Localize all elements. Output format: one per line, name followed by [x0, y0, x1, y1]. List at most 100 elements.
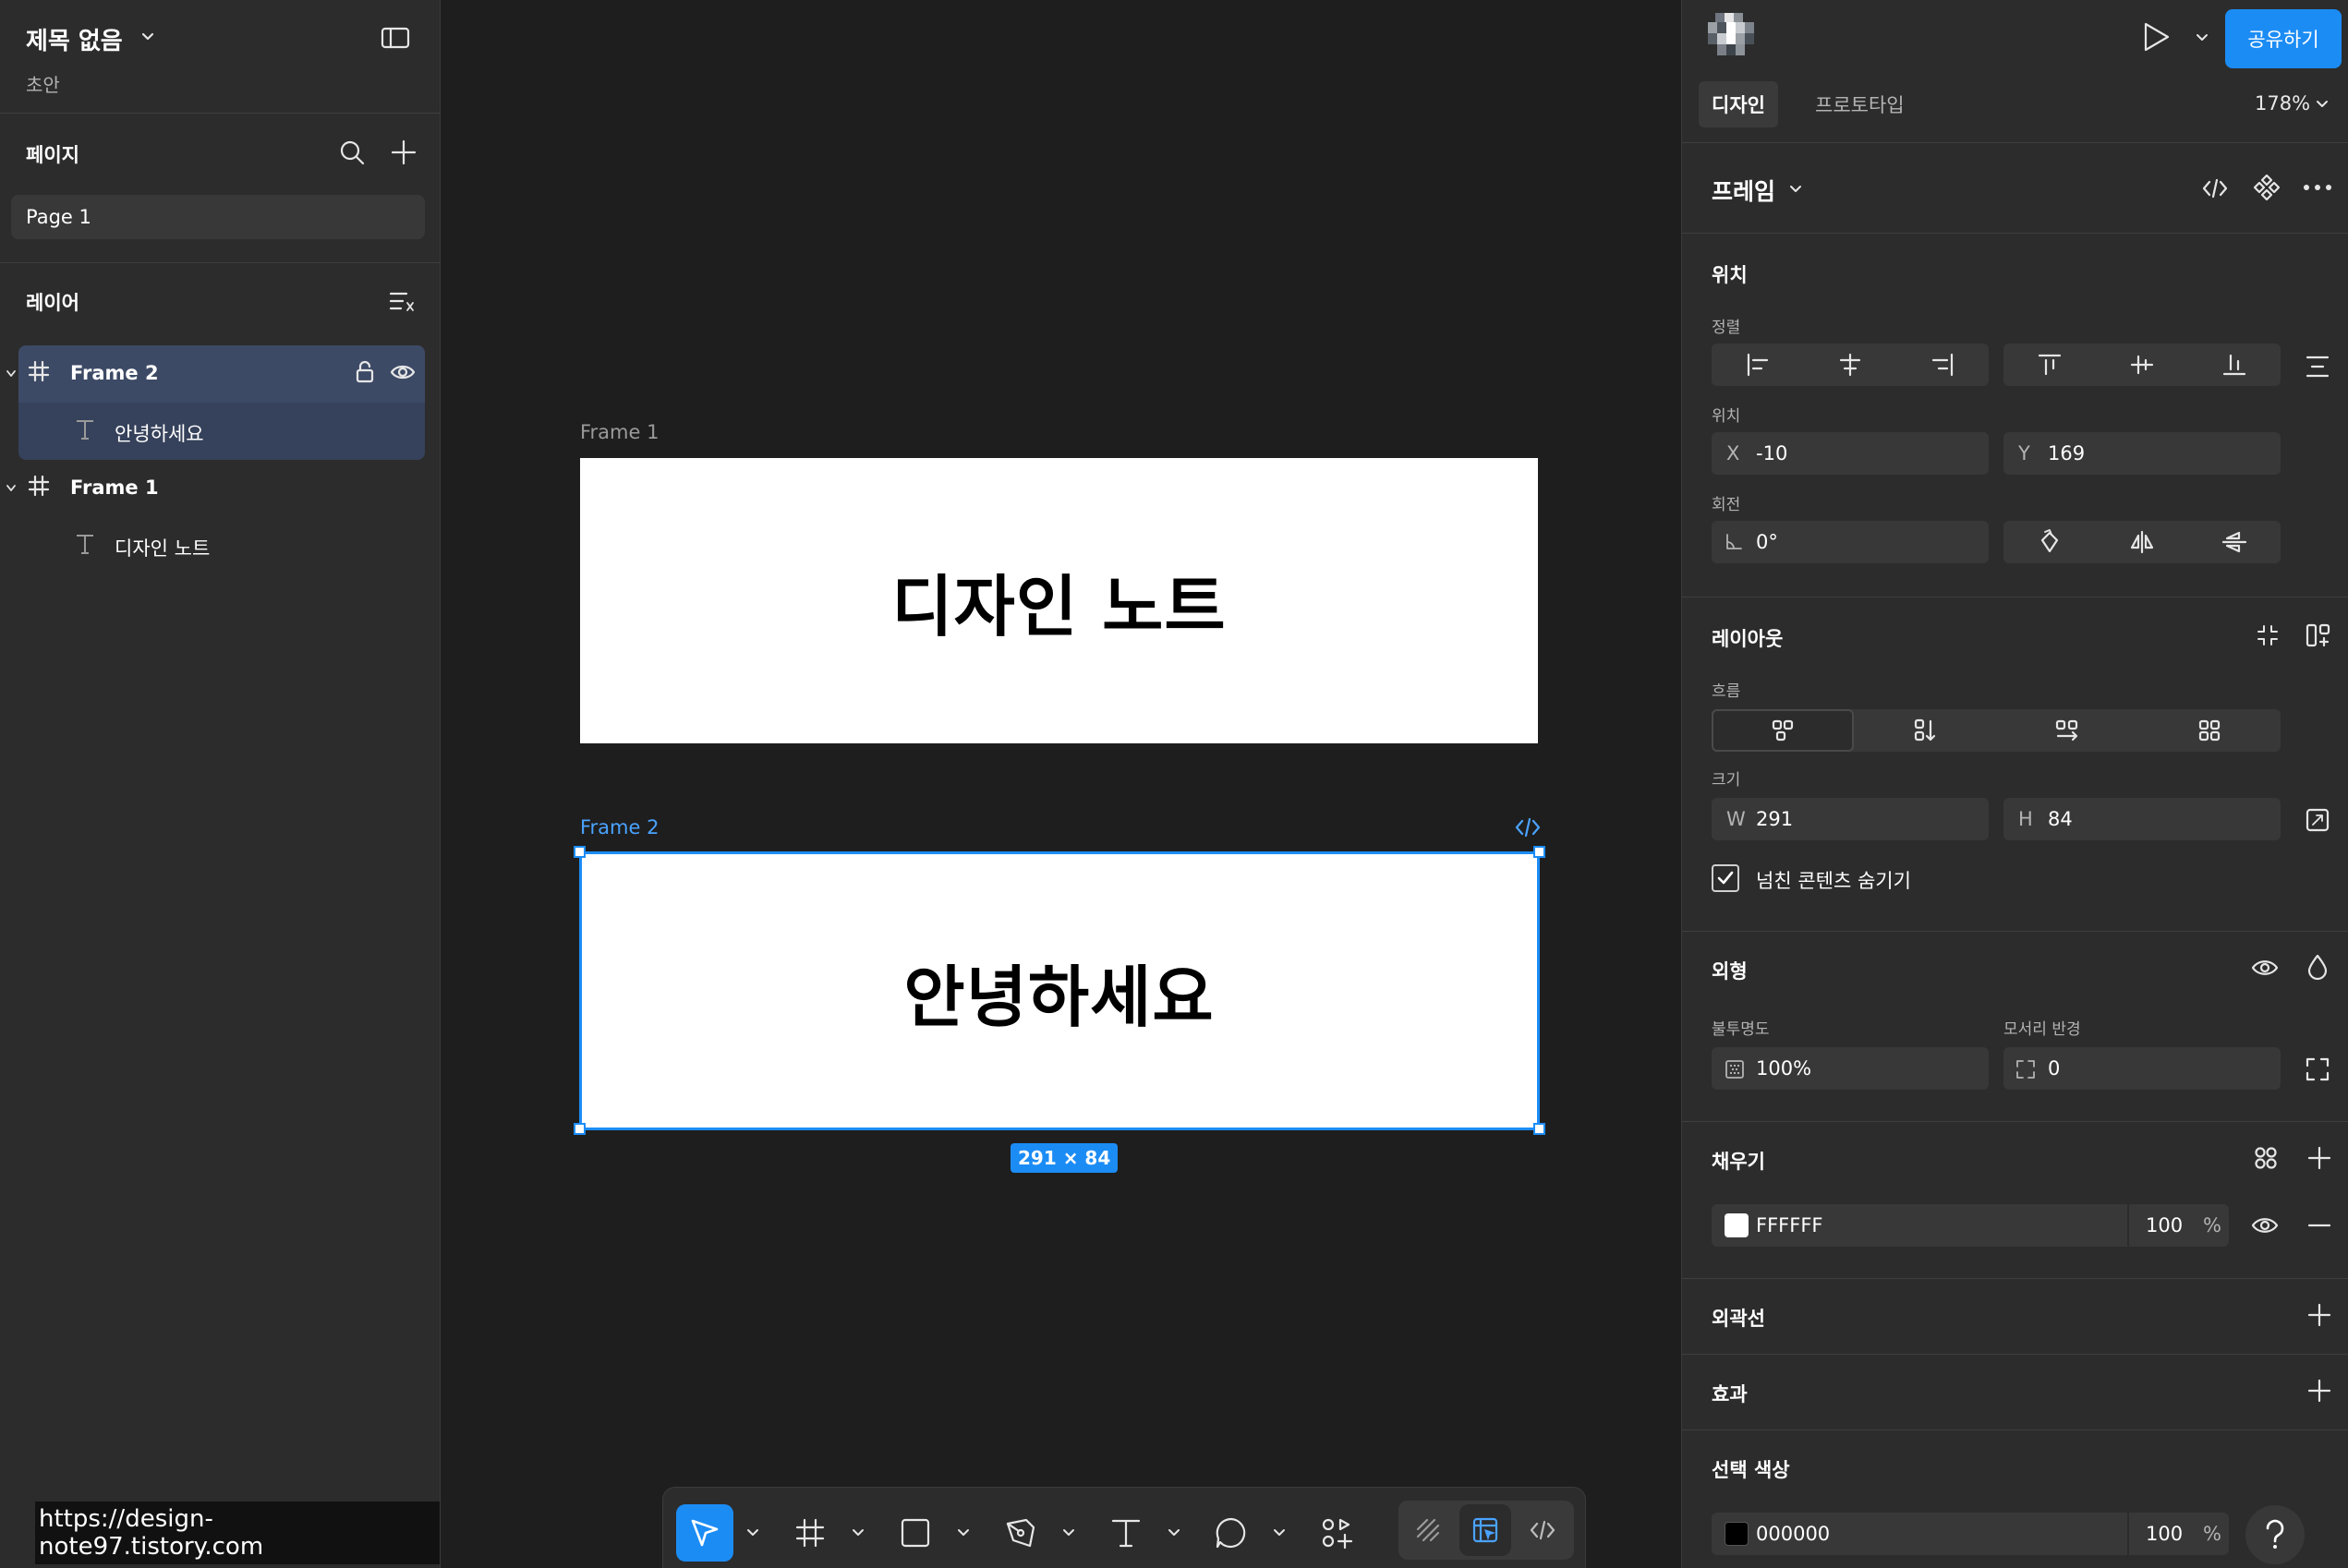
dev-mode[interactable]: [1517, 1504, 1568, 1556]
align-middle-button[interactable]: [2096, 344, 2188, 386]
fill-color-field[interactable]: FFFFFF 100 %: [1712, 1204, 2229, 1247]
tab-prototype[interactable]: 프로토타입: [1802, 81, 1918, 127]
remove-fill-icon[interactable]: [2306, 1213, 2332, 1237]
more-icon[interactable]: [2303, 183, 2332, 192]
eye-icon[interactable]: [2251, 1214, 2279, 1236]
lock-icon[interactable]: [355, 360, 375, 384]
independent-corners-icon[interactable]: [2305, 1056, 2330, 1082]
selection-color-opacity: 100: [2146, 1523, 2184, 1545]
align-bottom-button[interactable]: [2188, 344, 2281, 386]
layer-sort-icon[interactable]: [388, 288, 416, 314]
chevron-down-icon[interactable]: [1062, 1528, 1075, 1538]
height-field[interactable]: H 84: [2003, 798, 2281, 840]
chevron-down-icon[interactable]: [1789, 185, 1802, 194]
resize-handle[interactable]: [1533, 846, 1545, 858]
resize-handle[interactable]: [574, 1123, 586, 1135]
move-tool[interactable]: [676, 1504, 733, 1562]
text-tool[interactable]: [1097, 1504, 1155, 1562]
selection-color-swatch[interactable]: [1725, 1522, 1749, 1546]
chevron-down-icon[interactable]: [6, 369, 17, 379]
layer-row-frame-2[interactable]: Frame 2: [6, 345, 425, 403]
opacity-field[interactable]: 100%: [1712, 1047, 1989, 1090]
avatar[interactable]: [1708, 13, 1756, 55]
align-right-button[interactable]: [1896, 344, 1989, 386]
flip-vertical-button[interactable]: [2188, 521, 2281, 563]
layer-row-text[interactable]: 디자인 노트: [18, 517, 425, 574]
frame-1-text[interactable]: 디자인 노트: [891, 552, 1226, 649]
chevron-down-icon[interactable]: [1168, 1528, 1180, 1538]
help-button[interactable]: [2245, 1505, 2305, 1564]
play-icon[interactable]: [2140, 20, 2172, 54]
y-position-field[interactable]: Y 169: [2003, 432, 2281, 475]
align-center-button[interactable]: [1804, 344, 1896, 386]
add-stroke-icon[interactable]: [2306, 1302, 2332, 1328]
add-effect-icon[interactable]: [2306, 1378, 2332, 1404]
layer-row-text[interactable]: 안녕하세요: [18, 403, 425, 460]
actions-tool[interactable]: [1308, 1504, 1365, 1562]
blend-mode-icon[interactable]: [2306, 953, 2329, 981]
flow-vertical-button[interactable]: [1854, 709, 1996, 752]
eye-icon[interactable]: [2251, 957, 2279, 979]
position-title: 위치: [1712, 264, 1748, 286]
collapse-icon[interactable]: [2255, 622, 2281, 648]
zoom-level[interactable]: 178%: [2255, 92, 2310, 115]
file-status: 초안: [26, 74, 60, 96]
chevron-down-icon[interactable]: [6, 484, 17, 493]
x-position-field[interactable]: X -10: [1712, 432, 1989, 475]
design-mode[interactable]: [1459, 1504, 1511, 1556]
component-icon[interactable]: [2253, 174, 2281, 201]
code-icon[interactable]: [1514, 816, 1542, 838]
corner-radius-field[interactable]: 0: [2003, 1047, 2281, 1090]
distribute-icon[interactable]: [2305, 355, 2330, 379]
rotation-field[interactable]: 0°: [1712, 521, 1989, 563]
draw-mode[interactable]: [1402, 1504, 1454, 1556]
flow-horizontal-button[interactable]: [1996, 709, 2138, 752]
add-fill-icon[interactable]: [2306, 1145, 2332, 1171]
frame-1-label[interactable]: Frame 1: [580, 421, 659, 443]
eye-icon[interactable]: [390, 362, 416, 382]
chevron-down-icon[interactable]: [957, 1528, 970, 1538]
layer-name: 디자인 노트: [115, 537, 211, 560]
styles-icon[interactable]: [2253, 1145, 2279, 1171]
flip-horizontal-button[interactable]: [2096, 521, 2188, 563]
chevron-down-icon[interactable]: [852, 1528, 865, 1538]
tab-design[interactable]: 디자인: [1699, 81, 1778, 127]
layer-row-frame-1[interactable]: Frame 1: [6, 460, 425, 517]
code-icon[interactable]: [2201, 177, 2229, 199]
file-title[interactable]: 제목 없음: [26, 22, 123, 56]
width-field[interactable]: W 291: [1712, 798, 1989, 840]
selection-color-field[interactable]: 000000 100 %: [1712, 1513, 2229, 1555]
align-left-button[interactable]: [1712, 344, 1804, 386]
auto-layout-icon[interactable]: [2305, 622, 2332, 648]
share-button[interactable]: 공유하기: [2225, 9, 2342, 68]
fill-swatch[interactable]: [1725, 1213, 1749, 1237]
clip-content-checkbox[interactable]: [1712, 864, 1739, 892]
flow-grid-button[interactable]: [2138, 709, 2281, 752]
chevron-down-icon[interactable]: [1273, 1528, 1286, 1538]
chevron-down-icon[interactable]: [2316, 100, 2329, 109]
frame-2-label[interactable]: Frame 2: [580, 816, 659, 838]
align-vertical-group: [2003, 344, 2281, 386]
resize-handle[interactable]: [1533, 1123, 1545, 1135]
frame-type-title[interactable]: 프레임: [1712, 174, 1775, 207]
flow-freeform-button[interactable]: [1712, 709, 1854, 752]
shape-tool[interactable]: [887, 1504, 944, 1562]
code-icon: [1530, 1520, 1555, 1540]
pen-tool[interactable]: [992, 1504, 1049, 1562]
comment-tool[interactable]: [1203, 1504, 1260, 1562]
search-icon[interactable]: [338, 139, 366, 166]
frame-tool[interactable]: [781, 1504, 839, 1562]
sidebar-toggle-icon[interactable]: [381, 26, 410, 50]
resize-to-fit-icon[interactable]: [2305, 807, 2330, 833]
frame-1[interactable]: 디자인 노트: [580, 458, 1538, 743]
add-page-icon[interactable]: [390, 139, 418, 166]
h-key: H: [2018, 808, 2033, 830]
page-item[interactable]: Page 1: [11, 195, 425, 239]
chevron-down-icon[interactable]: [2196, 33, 2209, 42]
chevron-down-icon[interactable]: [140, 31, 155, 42]
chevron-down-icon[interactable]: [746, 1528, 759, 1538]
canvas[interactable]: Frame 1 디자인 노트 Frame 2 안녕하세요 291 × 84: [441, 0, 1681, 1568]
resize-handle[interactable]: [574, 846, 586, 858]
align-top-button[interactable]: [2003, 344, 2096, 386]
rotate-button[interactable]: [2003, 521, 2096, 563]
